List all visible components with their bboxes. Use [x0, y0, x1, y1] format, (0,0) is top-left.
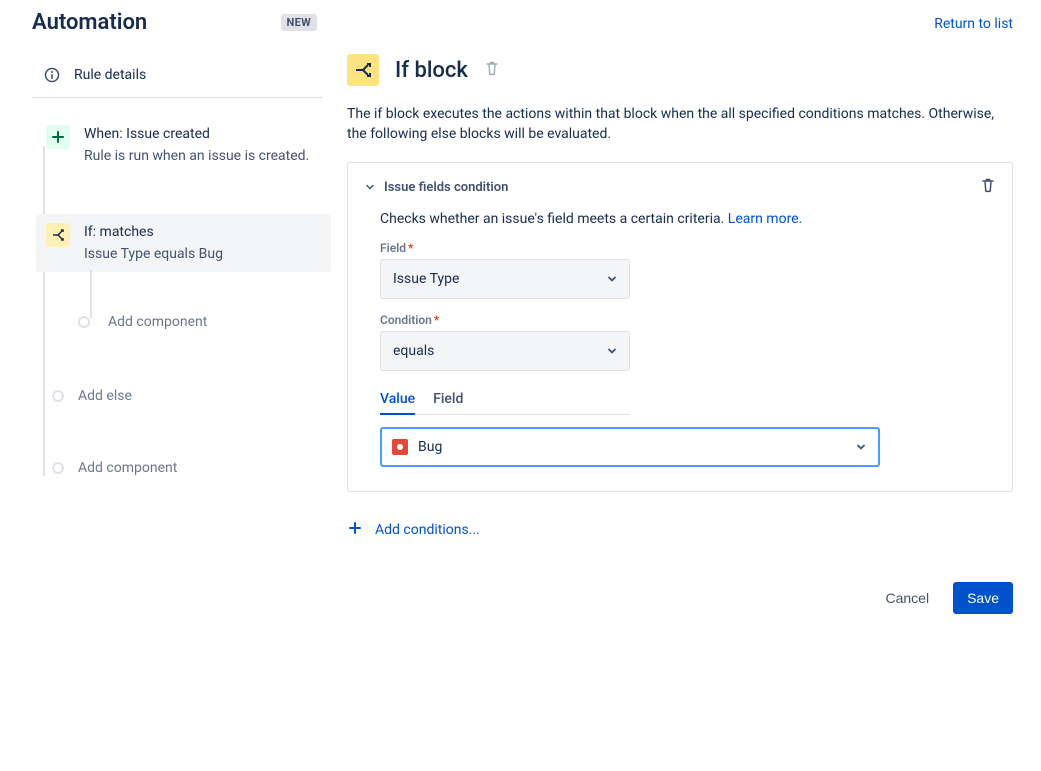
learn-more-link[interactable]: Learn more. — [728, 211, 803, 227]
trigger-sub: Rule is run when an issue is created. — [84, 146, 323, 166]
page-title: Automation — [32, 10, 147, 35]
card-description: Checks whether an issue's field meets a … — [380, 211, 996, 227]
card-collapse-toggle[interactable]: Issue fields condition — [364, 180, 508, 195]
block-description: The if block executes the actions within… — [347, 104, 1013, 144]
value-select[interactable]: Bug — [380, 427, 880, 467]
rule-details-label: Rule details — [74, 67, 146, 83]
add-component[interactable]: Add component — [46, 452, 323, 484]
tab-field[interactable]: Field — [433, 385, 463, 415]
circle-dot-icon — [52, 390, 64, 402]
add-else[interactable]: Add else — [46, 380, 323, 412]
condition-select[interactable]: equals — [380, 331, 630, 371]
add-component-inner[interactable]: Add component — [78, 308, 323, 336]
add-component-inner-label: Add component — [108, 314, 207, 330]
rule-details-row[interactable]: Rule details — [32, 53, 323, 98]
chevron-down-icon — [364, 181, 376, 193]
field-value: Issue Type — [393, 271, 459, 287]
branch-icon — [46, 223, 70, 247]
condition-value: equals — [393, 343, 434, 359]
value-field-tabs: Value Field — [380, 385, 630, 415]
circle-dot-icon — [52, 462, 64, 474]
circle-dot-icon — [78, 316, 90, 328]
if-sub: Issue Type equals Bug — [84, 244, 323, 264]
field-select[interactable]: Issue Type — [380, 259, 630, 299]
add-else-label: Add else — [78, 388, 132, 404]
info-icon — [44, 67, 60, 83]
card-title: Issue fields condition — [384, 180, 508, 195]
trash-icon[interactable] — [980, 177, 996, 197]
condition-label: Condition* — [380, 313, 996, 327]
value-selected: Bug — [418, 439, 442, 455]
return-to-list-link[interactable]: Return to list — [934, 16, 1013, 32]
cancel-button[interactable]: Cancel — [875, 582, 939, 614]
tree-node-trigger[interactable]: When: Issue created Rule is run when an … — [46, 116, 323, 174]
block-title: If block — [395, 58, 468, 83]
branch-icon — [347, 54, 379, 86]
condition-card: Issue fields condition Checks whether an… — [347, 162, 1013, 492]
chevron-down-icon — [605, 344, 619, 358]
field-label: Field* — [380, 241, 996, 255]
tab-value[interactable]: Value — [380, 385, 415, 415]
plus-icon — [46, 125, 70, 149]
page-header: Automation NEW — [32, 10, 335, 35]
add-conditions-label: Add conditions... — [375, 522, 480, 538]
if-title: If: matches — [84, 222, 323, 242]
add-component-label: Add component — [78, 460, 177, 476]
plus-icon — [347, 520, 363, 540]
add-conditions[interactable]: Add conditions... — [347, 520, 1013, 540]
chevron-down-icon — [605, 272, 619, 286]
trigger-title: When: Issue created — [84, 124, 323, 144]
card-desc-text: Checks whether an issue's field meets a … — [380, 211, 728, 227]
save-button[interactable]: Save — [953, 582, 1013, 614]
bug-icon — [392, 439, 408, 455]
badge-new: NEW — [281, 14, 317, 31]
chevron-down-icon — [854, 440, 868, 454]
tree-node-if[interactable]: If: matches Issue Type equals Bug Add co… — [46, 214, 323, 336]
trash-icon[interactable] — [484, 60, 500, 80]
